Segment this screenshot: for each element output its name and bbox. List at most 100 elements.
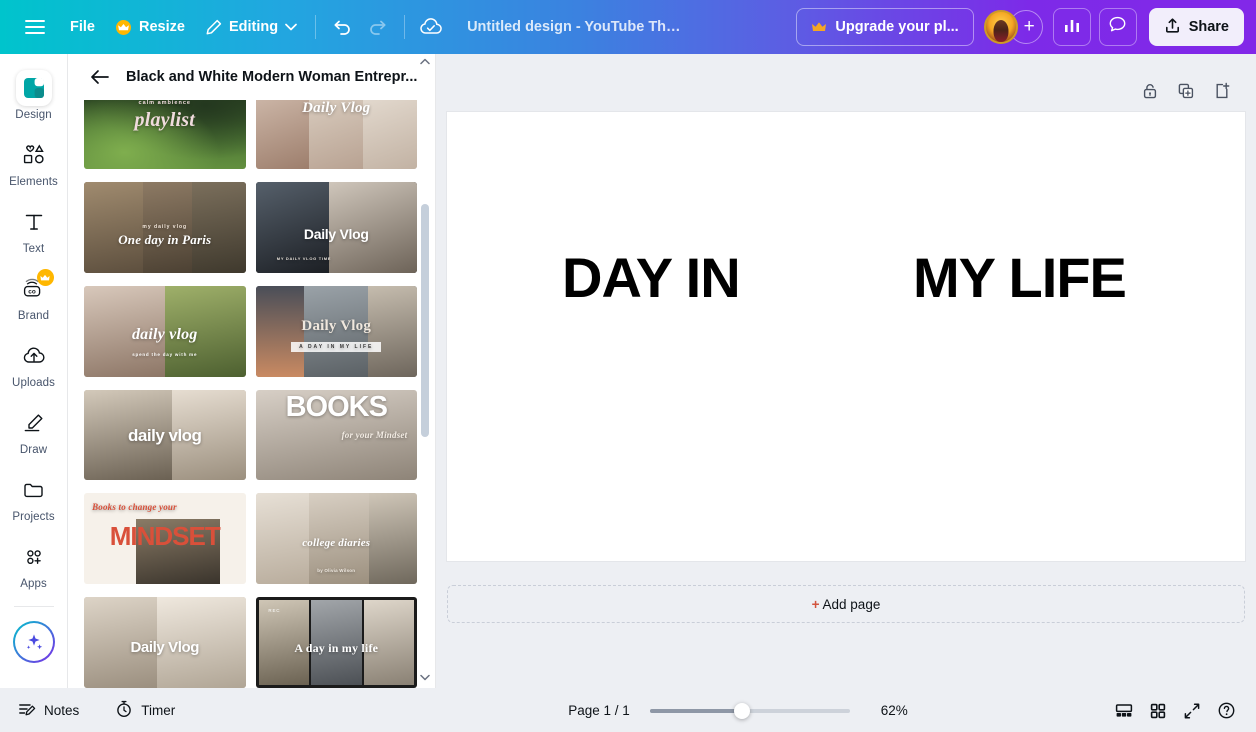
- share-button[interactable]: Share: [1148, 8, 1244, 46]
- editing-mode-button[interactable]: Editing: [195, 10, 307, 44]
- svg-text:co: co: [28, 288, 36, 295]
- sidebar-divider: [13, 606, 54, 607]
- template-thumbnail[interactable]: my daily vlog One day in Paris: [84, 181, 246, 273]
- stopwatch-icon: [115, 700, 133, 721]
- upgrade-plan-button[interactable]: Upgrade your pl...: [796, 8, 974, 46]
- sidebar-item-text[interactable]: Text: [4, 198, 64, 259]
- page-view-icon[interactable]: [1108, 695, 1140, 727]
- sidebar-item-label: Draw: [19, 444, 48, 456]
- zoom-slider[interactable]: [649, 702, 850, 719]
- notes-button[interactable]: Notes: [10, 696, 87, 726]
- add-page-icon[interactable]: [1206, 75, 1238, 107]
- templates-scroll-area[interactable]: calm ambience playlist Daily Vlog my dai…: [68, 100, 435, 688]
- sidebar-item-label: Projects: [12, 511, 55, 523]
- canvas-page-toolbar: [436, 54, 1256, 106]
- bottom-right-tools: [1108, 695, 1242, 727]
- toolbar-divider-2: [404, 15, 406, 39]
- canvas-scroll[interactable]: DAY IN MY LIFE + Add page: [436, 106, 1256, 688]
- upload-cloud-icon: [16, 338, 52, 374]
- sidebar-item-elements[interactable]: Elements: [4, 131, 64, 192]
- fullscreen-icon[interactable]: [1176, 695, 1208, 727]
- folder-icon: [16, 472, 52, 508]
- bar-chart-icon: [1063, 16, 1081, 39]
- cloud-check-icon[interactable]: [413, 9, 449, 45]
- template-thumbnail[interactable]: Books to change your MINDSET: [84, 493, 246, 585]
- insights-button[interactable]: [1052, 8, 1091, 46]
- speech-bubble-icon: [1108, 15, 1127, 39]
- templates-scrollbar[interactable]: [417, 54, 433, 688]
- elements-shapes-icon: [16, 137, 52, 173]
- template-thumbnail[interactable]: Daily Vlog: [84, 597, 246, 688]
- templates-panel: Black and White Modern Woman Entrepr... …: [68, 54, 436, 688]
- document-title[interactable]: Untitled design - YouTube Thumbn...: [459, 13, 694, 41]
- bottom-center-controls: Page 1 / 1 62%: [368, 702, 1108, 719]
- canvas-text-day-in[interactable]: DAY IN: [562, 250, 741, 306]
- file-menu-label: File: [70, 19, 95, 35]
- template-thumbnail[interactable]: college diaries by Olivia Wilson: [255, 493, 417, 585]
- template-thumbnail[interactable]: A day in my life REC: [255, 597, 417, 688]
- help-question-icon[interactable]: [1210, 695, 1242, 727]
- notes-pencil-icon: [18, 701, 36, 721]
- add-page-plus: +: [811, 596, 820, 612]
- upgrade-plan-label: Upgrade your pl...: [835, 19, 959, 35]
- template-caption: BOOKS: [285, 391, 388, 424]
- share-upload-icon: [1164, 17, 1181, 38]
- page-indicator: Page 1 / 1: [568, 703, 630, 718]
- templates-grid: calm ambience playlist Daily Vlog my dai…: [84, 100, 417, 688]
- resize-label: Resize: [138, 19, 185, 35]
- undo-icon[interactable]: [324, 9, 360, 45]
- resize-button[interactable]: Resize: [105, 10, 195, 44]
- lock-icon[interactable]: [1134, 75, 1166, 107]
- timer-button[interactable]: Timer: [107, 696, 183, 726]
- crown-icon: [811, 21, 827, 34]
- bottom-left-tools: Notes Timer: [0, 696, 368, 726]
- template-thumbnail[interactable]: Daily Vlog MY DAILY VLOG TIME: [255, 181, 417, 273]
- sidebar-item-design[interactable]: Design: [4, 64, 64, 125]
- duplicate-page-icon[interactable]: [1170, 75, 1202, 107]
- hamburger-icon[interactable]: [16, 8, 54, 46]
- sidebar-item-label: Text: [22, 243, 45, 255]
- comments-button[interactable]: [1098, 8, 1137, 46]
- redo-icon[interactable]: [360, 9, 396, 45]
- template-thumbnail[interactable]: daily vlog: [84, 389, 246, 481]
- sidebar-item-uploads[interactable]: Uploads: [4, 332, 64, 393]
- template-subtitle: Books to change your: [92, 502, 177, 513]
- design-icon: [15, 70, 52, 106]
- template-thumbnail[interactable]: BOOKS for your Mindset: [255, 389, 417, 481]
- zoom-percentage[interactable]: 62%: [870, 703, 908, 718]
- design-page[interactable]: DAY IN MY LIFE: [447, 112, 1245, 561]
- magic-sparkle-icon[interactable]: [13, 621, 55, 663]
- template-thumbnail[interactable]: daily vlog spend the day with me: [84, 285, 246, 377]
- collaborators: +: [983, 10, 1043, 44]
- grid-view-icon[interactable]: [1142, 695, 1174, 727]
- sidebar-item-apps[interactable]: Apps: [4, 533, 64, 594]
- template-thumbnail[interactable]: Daily Vlog A DAY IN MY LIFE: [255, 285, 417, 377]
- pro-crown-badge: [36, 269, 54, 286]
- back-arrow-icon[interactable]: [86, 64, 112, 90]
- add-page-button[interactable]: + Add page: [447, 585, 1245, 623]
- scrollbar-track[interactable]: [421, 72, 429, 670]
- canvas-text-my-life[interactable]: MY LIFE: [913, 250, 1127, 306]
- sidebar-item-projects[interactable]: Projects: [4, 466, 64, 527]
- zoom-slider-knob[interactable]: [733, 702, 750, 719]
- template-thumbnail[interactable]: calm ambience playlist: [84, 100, 246, 169]
- sidebar-item-label: Apps: [20, 578, 47, 590]
- chevron-down-icon[interactable]: [420, 670, 430, 688]
- chevron-down-icon: [285, 23, 297, 31]
- editor-body: Design Elements Text co Brand Uploads Dr…: [0, 54, 1256, 688]
- template-thumbnail[interactable]: Daily Vlog: [255, 100, 417, 169]
- add-page-label: Add page: [822, 596, 881, 612]
- apps-grid-icon: [16, 539, 52, 575]
- zoom-slider-fill: [649, 708, 742, 713]
- notes-label: Notes: [44, 703, 80, 718]
- panel-header: Black and White Modern Woman Entrepr...: [68, 54, 435, 100]
- sidebar-item-draw[interactable]: Draw: [4, 399, 64, 460]
- template-subtitle: REC: [268, 608, 281, 614]
- editing-label: Editing: [228, 19, 279, 35]
- scrollbar-thumb[interactable]: [421, 203, 429, 437]
- pencil-icon: [205, 19, 222, 36]
- sidebar-item-brand[interactable]: co Brand: [4, 265, 64, 326]
- file-menu-button[interactable]: File: [60, 10, 105, 44]
- avatar[interactable]: [983, 10, 1018, 44]
- chevron-up-icon[interactable]: [420, 54, 430, 72]
